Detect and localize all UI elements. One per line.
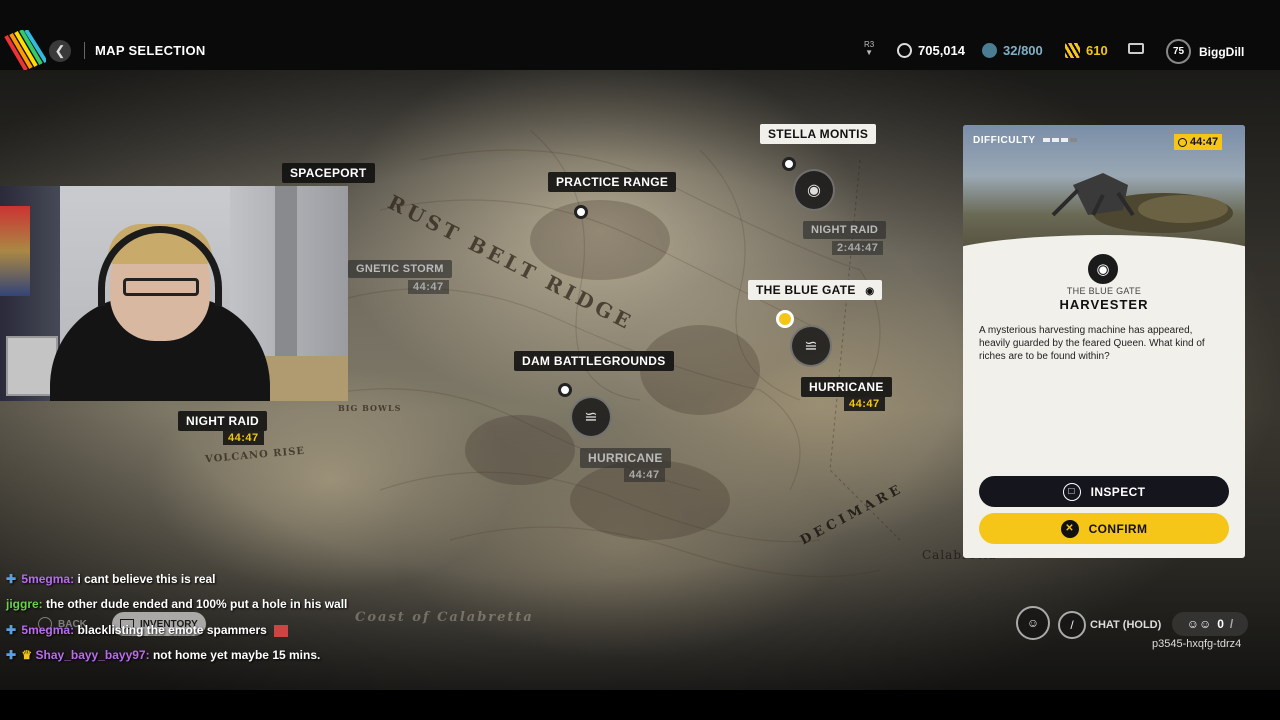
crown-badge-icon: ♛ bbox=[21, 648, 33, 662]
coins-value: 705,014 bbox=[918, 43, 965, 58]
chat-user: jiggre bbox=[6, 597, 39, 611]
game-logo bbox=[4, 30, 46, 72]
difficulty-label: DIFFICULTY bbox=[973, 135, 1036, 146]
event-panel: DIFFICULTY 44:47 ◉ THE BLUE GATE HARVEST… bbox=[963, 125, 1245, 558]
room-code: p3545-hxqfg-tdrz4 bbox=[1152, 638, 1242, 650]
dam-timer: 44:47 bbox=[624, 468, 665, 482]
blue-gate-condition: HURRICANE bbox=[801, 377, 892, 397]
party-icon: ☺☺ bbox=[1186, 617, 1212, 631]
dam-hurricane-icon: ≌ bbox=[570, 396, 612, 438]
party-count: 0 bbox=[1217, 617, 1224, 631]
night-raid-icon: ◉ bbox=[793, 169, 835, 211]
player-name[interactable]: BiggDill bbox=[1199, 45, 1244, 59]
stash-currency: 32/800 bbox=[982, 43, 1043, 58]
chat-text: the other dude ended and 100% put a hole… bbox=[46, 597, 348, 611]
chat-text: not home yet maybe 15 mins. bbox=[152, 648, 321, 662]
stash-value: 32/800 bbox=[1003, 43, 1043, 58]
chat-message: ✚ 5megma: i cant believe this is real bbox=[6, 572, 216, 586]
chat-button[interactable]: / bbox=[1058, 611, 1086, 639]
west-condition: GNETIC STORM bbox=[348, 260, 452, 278]
chat-text: i cant believe this is real bbox=[77, 572, 216, 586]
dam-pin[interactable] bbox=[558, 383, 572, 397]
sword-badge-icon: ✚ bbox=[6, 648, 17, 662]
practice-range-pin[interactable] bbox=[574, 205, 588, 219]
chat-text: blacklisting the emote spammers bbox=[77, 623, 267, 637]
party-button[interactable]: ☺☺ 0 / bbox=[1172, 612, 1248, 636]
stella-montis-timer: 2:44:47 bbox=[832, 241, 884, 255]
webcam-overlay bbox=[0, 186, 348, 401]
buried-city-timer: 44:47 bbox=[223, 431, 264, 445]
emote-wheel-button[interactable]: ☺ bbox=[1016, 606, 1050, 640]
difficulty-meter bbox=[1043, 138, 1077, 142]
square-button-icon: □ bbox=[1062, 482, 1081, 501]
sword-badge-icon: ✚ bbox=[6, 623, 17, 637]
coins-currency: 705,014 bbox=[897, 43, 965, 58]
top-bar: ❮ MAP SELECTION R3 ▼ 705,014 32/800 610 7… bbox=[0, 0, 1280, 72]
emote-icon bbox=[274, 624, 289, 637]
hurricane-icon: ≌ bbox=[790, 325, 832, 367]
chat-message: ✚ 5megma: blacklisting the emote spammer… bbox=[6, 623, 289, 637]
cross-button-icon: ✕ bbox=[1060, 519, 1079, 538]
inbox-icon bbox=[1128, 43, 1144, 54]
stella-montis-condition: NIGHT RAID bbox=[803, 221, 887, 239]
player-level-badge: 75 bbox=[1166, 39, 1191, 64]
webcam-blanket bbox=[258, 356, 348, 401]
chevron-left-icon: ❮ bbox=[54, 43, 66, 58]
token-value: 610 bbox=[1086, 43, 1108, 58]
event-description: A mysterious harvesting machine has appe… bbox=[979, 325, 1205, 362]
inbox-button[interactable] bbox=[1128, 43, 1144, 54]
page-title: MAP SELECTION bbox=[95, 43, 206, 58]
location-practice-range[interactable]: PRACTICE RANGE bbox=[548, 172, 677, 192]
event-location: THE BLUE GATE bbox=[1066, 286, 1142, 296]
back-button[interactable]: ❮ bbox=[49, 40, 71, 62]
token-icon bbox=[1065, 43, 1080, 58]
token-currency: 610 bbox=[1065, 43, 1108, 58]
clock-icon bbox=[1178, 137, 1187, 147]
confirm-button[interactable]: ✕ CONFIRM bbox=[979, 513, 1229, 544]
dam-condition: HURRICANE bbox=[580, 448, 671, 468]
eye-emblem-icon: ◉ bbox=[1085, 251, 1121, 287]
terrain-big-bowls: BIG BOWLS bbox=[338, 403, 402, 413]
buried-city-condition: NIGHT RAID bbox=[178, 411, 267, 431]
chat-message: jiggre: the other dude ended and 100% pu… bbox=[6, 597, 348, 611]
chat-user: 5megma bbox=[21, 572, 71, 586]
r3-hint-icon: R3 ▼ bbox=[864, 40, 875, 57]
event-timer: 44:47 bbox=[1174, 134, 1223, 150]
terrain-coast: Coast of Calabretta bbox=[355, 610, 534, 625]
event-image: DIFFICULTY 44:47 bbox=[963, 125, 1245, 253]
selected-eye-icon: ◉ bbox=[865, 286, 875, 297]
location-blue-gate[interactable]: THE BLUE GATE ◉ bbox=[748, 280, 883, 300]
event-title: HARVESTER bbox=[1059, 297, 1149, 312]
chat-user: Shay_bayy_bayy97 bbox=[35, 648, 146, 662]
stella-montis-pin[interactable] bbox=[782, 157, 796, 171]
emote-icon: ☺ bbox=[1026, 616, 1040, 630]
location-stella-montis[interactable]: STELLA MONTIS bbox=[760, 124, 877, 144]
chat-hold-label: CHAT (HOLD) bbox=[1090, 619, 1162, 631]
chat-user: 5megma bbox=[21, 623, 71, 637]
location-dam-battlegrounds[interactable]: DAM BATTLEGROUNDS bbox=[514, 351, 674, 371]
location-spaceport[interactable]: SPACEPORT bbox=[282, 163, 375, 183]
header-divider bbox=[84, 42, 85, 59]
webcam-glasses bbox=[123, 278, 199, 296]
blue-gate-pin[interactable] bbox=[776, 310, 794, 328]
stash-icon bbox=[982, 43, 997, 58]
harvester-image bbox=[1051, 173, 1233, 233]
west-timer: 44:47 bbox=[408, 280, 449, 294]
edit-icon: / bbox=[1229, 617, 1234, 631]
inspect-button[interactable]: □ INSPECT bbox=[979, 476, 1229, 507]
blue-gate-timer: 44:47 bbox=[844, 397, 885, 411]
sword-badge-icon: ✚ bbox=[6, 572, 17, 586]
chat-message: ✚ ♛ Shay_bayy_bayy97: not home yet maybe… bbox=[6, 648, 321, 662]
webcam-poster bbox=[0, 206, 30, 296]
coin-icon bbox=[897, 43, 912, 58]
chat-icon: / bbox=[1070, 618, 1074, 632]
